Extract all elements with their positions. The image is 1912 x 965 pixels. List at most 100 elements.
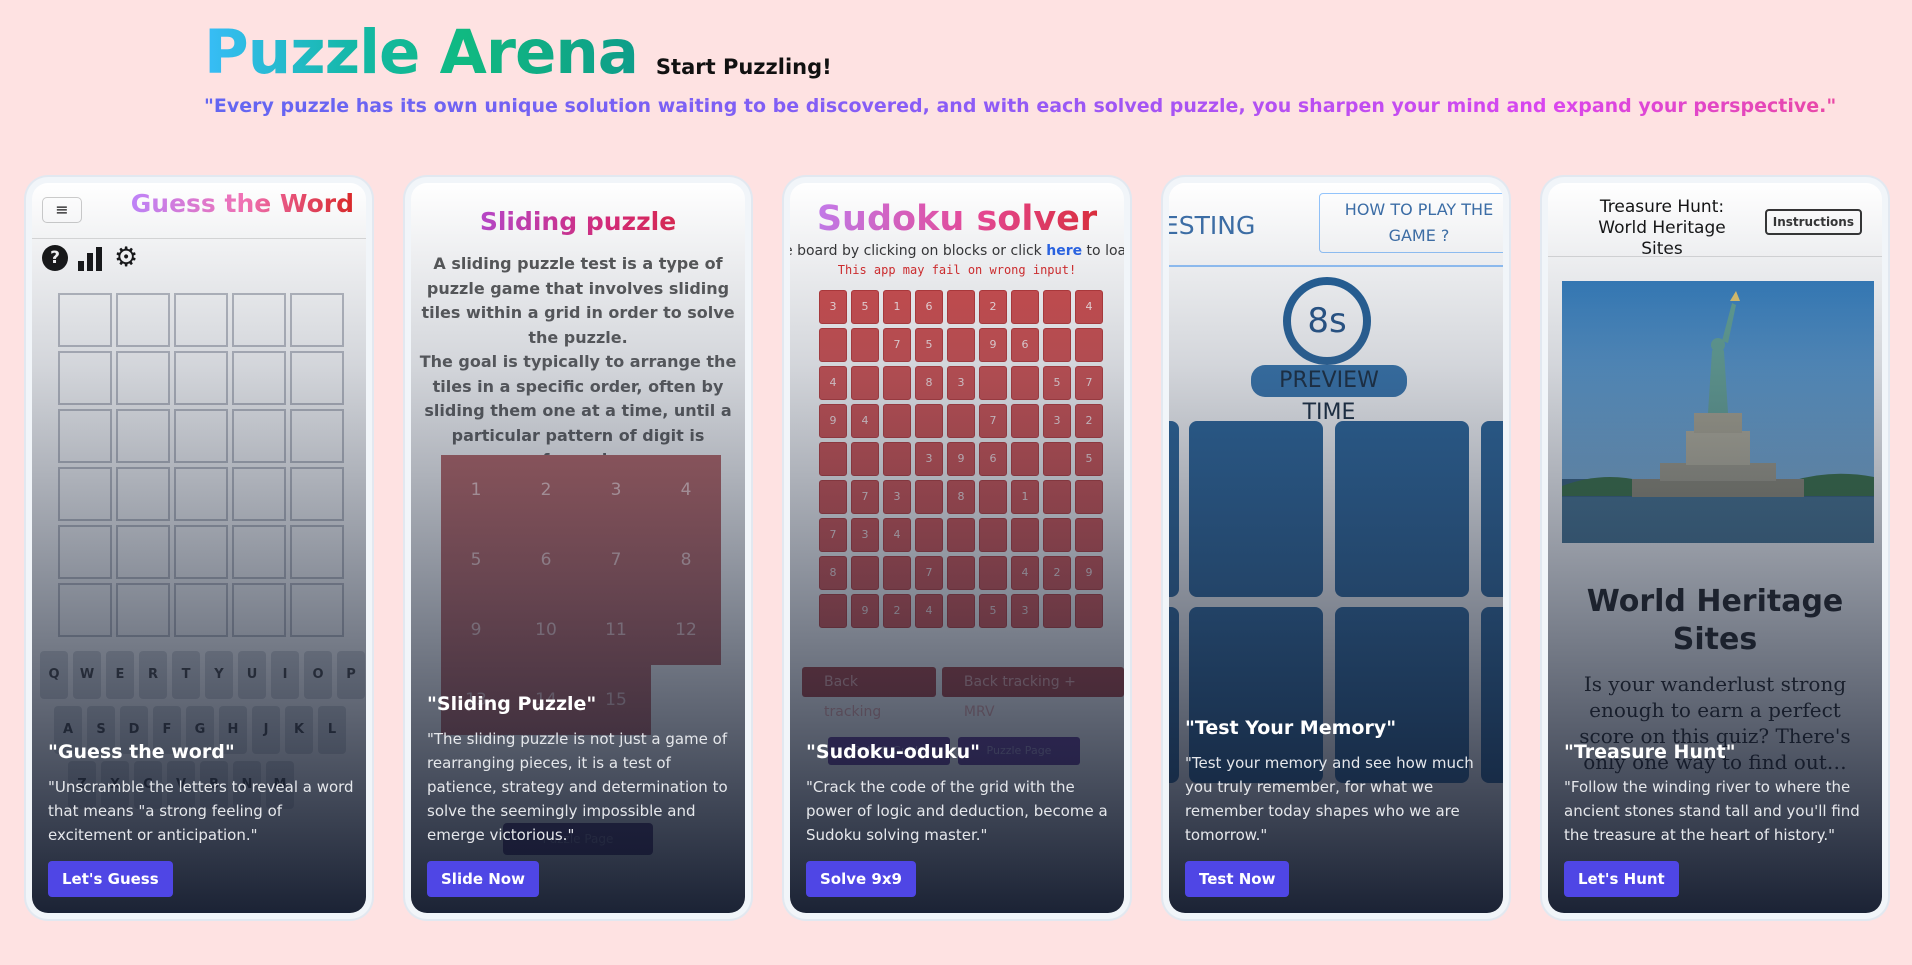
preview-time-label: PREVIEW TIME	[1251, 365, 1407, 425]
sliding-tile: 4	[680, 480, 692, 500]
word-cell	[290, 467, 344, 521]
game-card-treasure-hunt[interactable]: Treasure Hunt: World Heritage Sites Inst…	[1542, 177, 1888, 919]
memory-tile	[1481, 421, 1503, 597]
word-cell	[232, 467, 286, 521]
word-cell	[232, 351, 286, 405]
hint-text: to load fro	[1086, 243, 1124, 259]
sudoku-cell: 8	[915, 366, 943, 400]
word-cell	[174, 351, 228, 405]
sliding-tile: 7	[610, 550, 622, 570]
settings-icon: ⚙	[114, 242, 139, 273]
preview-heading: ESTING	[1169, 211, 1256, 240]
sudoku-cell	[979, 480, 1007, 514]
sliding-tile: 1	[470, 480, 482, 500]
word-cell	[58, 583, 112, 637]
sudoku-cell	[915, 404, 943, 438]
card-title: "Sliding Puzzle"	[427, 693, 597, 715]
card-preview: Treasure Hunt: World Heritage Sites Inst…	[1548, 183, 1882, 913]
slide-now-button[interactable]: Slide Now	[427, 861, 539, 897]
sudoku-cell	[1011, 404, 1039, 438]
sudoku-cell	[819, 480, 847, 514]
key-i: I	[271, 651, 299, 699]
sudoku-cell	[851, 442, 879, 476]
sudoku-cell	[851, 556, 879, 590]
sudoku-cell: 9	[947, 442, 975, 476]
sudoku-cell	[1043, 442, 1071, 476]
key-y: Y	[205, 651, 233, 699]
timer-ring: 8s	[1283, 277, 1371, 365]
sudoku-cell: 9	[851, 594, 879, 628]
sudoku-cell: 2	[979, 290, 1007, 324]
sudoku-cell	[979, 556, 1007, 590]
sliding-tile: 6	[540, 550, 552, 570]
key-p: P	[337, 651, 365, 699]
game-card-sliding-puzzle[interactable]: Sliding puzzle A sliding puzzle test is …	[405, 177, 751, 919]
sudoku-cell	[979, 366, 1007, 400]
sudoku-cell: 8	[947, 480, 975, 514]
sudoku-cell	[1043, 290, 1071, 324]
sudoku-cell	[819, 442, 847, 476]
sliding-tile: 10	[535, 620, 557, 640]
card-description: "The sliding puzzle is not just a game o…	[427, 730, 728, 844]
app-subtitle: Start Puzzling!	[655, 55, 832, 79]
word-grid	[58, 293, 344, 637]
app-title: Puzzle Arena	[204, 17, 639, 88]
instructions-button: Instructions	[1764, 209, 1862, 235]
preview-app-title: Treasure Hunt: World Heritage Sites	[1598, 197, 1726, 259]
card-preview: Sudoku solver e board by clicking on blo…	[790, 183, 1124, 913]
solve-9x9-button[interactable]: Solve 9x9	[806, 861, 916, 897]
word-cell	[174, 583, 228, 637]
memory-tile	[1169, 607, 1179, 783]
sudoku-cell: 9	[979, 328, 1007, 362]
sudoku-cell: 5	[851, 290, 879, 324]
statue-of-liberty-photo	[1562, 281, 1874, 543]
sudoku-cell	[1075, 594, 1103, 628]
sudoku-cell: 5	[1075, 442, 1103, 476]
sudoku-cell	[1043, 480, 1071, 514]
game-card-guess-word[interactable]: ≡ Guess the Word ? ⚙ QWERTYUIOPASDFGHJKL…	[26, 177, 372, 919]
sudoku-cell: 2	[1043, 556, 1071, 590]
key-o: O	[304, 651, 332, 699]
backtracking-button: Back tracking	[802, 667, 936, 720]
card-overlay: "Sliding Puzzle" "The sliding puzzle is …	[427, 693, 739, 897]
word-cell	[58, 467, 112, 521]
sudoku-cell: 2	[883, 594, 911, 628]
sudoku-cell: 4	[819, 366, 847, 400]
lets-hunt-button[interactable]: Let's Hunt	[1564, 861, 1679, 897]
sudoku-cell: 9	[819, 404, 847, 438]
test-now-button[interactable]: Test Now	[1185, 861, 1290, 897]
sudoku-cell: 5	[979, 594, 1007, 628]
key-q: Q	[40, 651, 68, 699]
sudoku-cell	[1043, 594, 1071, 628]
sudoku-cell: 7	[979, 404, 1007, 438]
help-icon: ?	[42, 245, 68, 271]
game-card-memory[interactable]: ESTING HOW TO PLAY THE GAME ? 8s PREVIEW…	[1163, 177, 1509, 919]
sudoku-cell	[851, 366, 879, 400]
word-cell	[232, 525, 286, 579]
card-description: "Test your memory and see how much you t…	[1185, 754, 1474, 844]
sudoku-cell: 4	[883, 518, 911, 552]
sudoku-cell: 4	[1011, 556, 1039, 590]
sudoku-cell	[947, 404, 975, 438]
sudoku-cell: 3	[1011, 594, 1039, 628]
sudoku-cell	[915, 480, 943, 514]
memory-tile	[1335, 421, 1469, 597]
how-to-play-button: HOW TO PLAY THE GAME ?	[1319, 193, 1503, 253]
word-cell	[290, 293, 344, 347]
game-card-sudoku[interactable]: Sudoku solver e board by clicking on blo…	[784, 177, 1130, 919]
sudoku-cell	[1011, 290, 1039, 324]
sudoku-cell	[883, 442, 911, 476]
memory-tile	[1189, 421, 1323, 597]
sudoku-cell: 7	[819, 518, 847, 552]
keyboard-row: QWERTYUIOP	[40, 651, 365, 699]
lets-guess-button[interactable]: Let's Guess	[48, 861, 173, 897]
sudoku-cell: 3	[915, 442, 943, 476]
sudoku-cell	[947, 328, 975, 362]
sudoku-cell: 8	[819, 556, 847, 590]
sudoku-cell: 1	[1011, 480, 1039, 514]
key-e: E	[106, 651, 134, 699]
sudoku-cell: 7	[883, 328, 911, 362]
word-cell	[232, 583, 286, 637]
word-cell	[58, 409, 112, 463]
sudoku-cell: 5	[915, 328, 943, 362]
